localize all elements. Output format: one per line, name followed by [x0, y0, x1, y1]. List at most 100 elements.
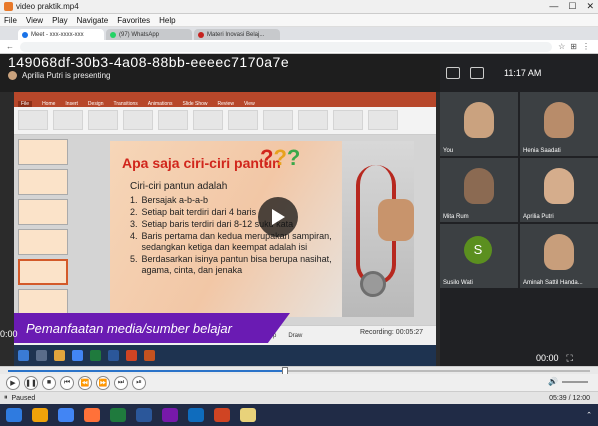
browser-tab-materi[interactable]: Materi Inovasi Belaj... [194, 29, 280, 40]
volume-slider[interactable] [562, 380, 588, 383]
menu-navigate[interactable]: Navigate [77, 16, 109, 25]
menu-favorites[interactable]: Favorites [117, 16, 150, 25]
ribbon-group[interactable] [123, 110, 153, 130]
menu-help[interactable]: Help [159, 16, 175, 25]
seek-bar[interactable] [0, 366, 598, 375]
minimize-button[interactable]: — [549, 1, 558, 12]
close-button[interactable]: ✕ [586, 1, 594, 12]
ribbon-group[interactable] [158, 110, 188, 130]
ppt-tab-file[interactable]: File [18, 100, 33, 107]
browser-tab-whatsapp[interactable]: (97) WhatsApp [106, 29, 192, 40]
video-time-left: 0:00 [0, 329, 18, 339]
excel-icon[interactable] [110, 408, 126, 422]
speaker-icon[interactable]: 🔊 [548, 377, 558, 386]
draw-button[interactable]: Draw [288, 333, 302, 339]
slide-thumbnail[interactable] [18, 229, 68, 255]
search-icon[interactable] [36, 350, 47, 361]
rewind-icon[interactable]: ⏪ [78, 375, 92, 390]
ribbon-group[interactable] [88, 110, 118, 130]
chrome-icon[interactable] [72, 350, 83, 361]
back-arrow-icon[interactable]: ← [6, 42, 14, 51]
ppt-tab-insert[interactable]: Insert [65, 101, 78, 107]
list-item: 1. Bersajak a-b-a-b [130, 195, 340, 206]
word-icon[interactable] [136, 408, 152, 422]
slide-thumbnail[interactable] [18, 289, 68, 315]
list-text: Bersajak a-b-a-b [141, 195, 209, 205]
list-item: 2. Setiap bait terdiri dari 4 baris [130, 207, 340, 218]
ppt-tab-review[interactable]: Review [218, 101, 234, 107]
firefox-icon[interactable] [84, 408, 100, 422]
ribbon-group[interactable] [53, 110, 83, 130]
stethoscope-chestpiece [360, 271, 386, 297]
star-icon[interactable]: ☆ [558, 42, 565, 51]
play-button[interactable] [258, 197, 298, 237]
seek-track[interactable] [8, 367, 590, 375]
onenote-icon[interactable] [162, 408, 178, 422]
video-area[interactable]: Meet - xxx-xxxx-xxx (97) WhatsApp Materi… [0, 27, 598, 366]
file-explorer-icon[interactable] [54, 350, 65, 361]
fast-forward-icon[interactable]: ⏩ [96, 375, 110, 390]
slide-thumbnail[interactable] [18, 139, 68, 165]
menu-view[interactable]: View [26, 16, 43, 25]
maximize-button[interactable]: ☐ [568, 1, 576, 12]
ppt-tab-transitions[interactable]: Transitions [114, 101, 138, 107]
participant-name: Susilo Wati [443, 280, 473, 286]
excel-icon[interactable] [90, 350, 101, 361]
lower-third-caption: Pemanfaatan media/sumber belajar [14, 313, 290, 343]
ribbon-group[interactable] [18, 110, 48, 130]
ppt-tab-animations[interactable]: Animations [148, 101, 173, 107]
menu-play[interactable]: Play [52, 16, 68, 25]
slide-thumbnail[interactable] [18, 169, 68, 195]
windows-start-icon[interactable] [18, 350, 29, 361]
recording-timer: Recording: 00:05:27 [360, 329, 424, 336]
outlook-icon[interactable] [188, 408, 204, 422]
play-icon [272, 209, 285, 225]
ribbon-group[interactable] [333, 110, 363, 130]
skip-forward-icon[interactable]: ⏭ [114, 375, 128, 390]
menu-dots-icon[interactable]: ⋮ [582, 42, 590, 51]
chat-icon[interactable] [470, 67, 484, 79]
participant-tile[interactable]: Aprilia Putri [520, 158, 598, 222]
skip-back-icon[interactable]: ⏮ [60, 375, 74, 390]
people-icon[interactable] [446, 67, 460, 79]
participant-tile[interactable]: Aminah Sattil Handa... [520, 224, 598, 288]
system-tray[interactable]: ⌃ [586, 411, 598, 419]
ribbon-group[interactable] [193, 110, 223, 130]
ribbon-group[interactable] [263, 110, 293, 130]
ribbon-group[interactable] [368, 110, 398, 130]
participant-tile[interactable]: Mita Rum [440, 158, 518, 222]
play-icon[interactable]: ▶ [6, 375, 20, 390]
stop-icon[interactable]: ■ [42, 375, 56, 390]
word-icon[interactable] [108, 350, 119, 361]
ppt-tab-slideshow[interactable]: Slide Show [183, 101, 208, 107]
browser-tab-meet[interactable]: Meet - xxx-xxxx-xxx [18, 29, 104, 40]
pause-icon[interactable]: ❚❚ [24, 375, 38, 390]
slide-thumbnail[interactable] [18, 199, 68, 225]
ppt-tab-home[interactable]: Home [42, 101, 55, 107]
whatsapp-favicon-icon [110, 31, 116, 38]
chrome-icon[interactable] [58, 408, 74, 422]
ppt-tab-design[interactable]: Design [88, 101, 104, 107]
participant-tile[interactable]: You [440, 92, 518, 156]
app-icon[interactable] [144, 350, 155, 361]
url-field[interactable] [20, 41, 553, 52]
ppt-tab-view[interactable]: View [244, 101, 255, 107]
powerpoint-icon[interactable] [126, 350, 137, 361]
powerpoint-icon[interactable] [214, 408, 230, 422]
slide-thumbnail-selected[interactable] [18, 259, 68, 285]
participant-tile[interactable]: Henia Saadati [520, 92, 598, 156]
file-explorer-icon[interactable] [32, 408, 48, 422]
fullscreen-icon[interactable]: ⛶ [567, 353, 573, 364]
ribbon-group[interactable] [228, 110, 258, 130]
frame-step-icon[interactable]: ⏯ [132, 375, 146, 390]
browser-toolbar-icons: ☆ ⊞ ⋮ [558, 42, 598, 51]
windows-start-icon[interactable] [6, 408, 22, 422]
menu-file[interactable]: File [4, 16, 17, 25]
ribbon-group[interactable] [298, 110, 328, 130]
participant-tile[interactable]: S Susilo Wati [440, 224, 518, 288]
participant-video [544, 102, 574, 138]
list-item: 4. Baris pertama dan kedua merupakan samp… [130, 231, 340, 253]
extension-icon[interactable]: ⊞ [570, 42, 577, 51]
app-icon[interactable] [240, 408, 256, 422]
participant-video [464, 168, 494, 204]
